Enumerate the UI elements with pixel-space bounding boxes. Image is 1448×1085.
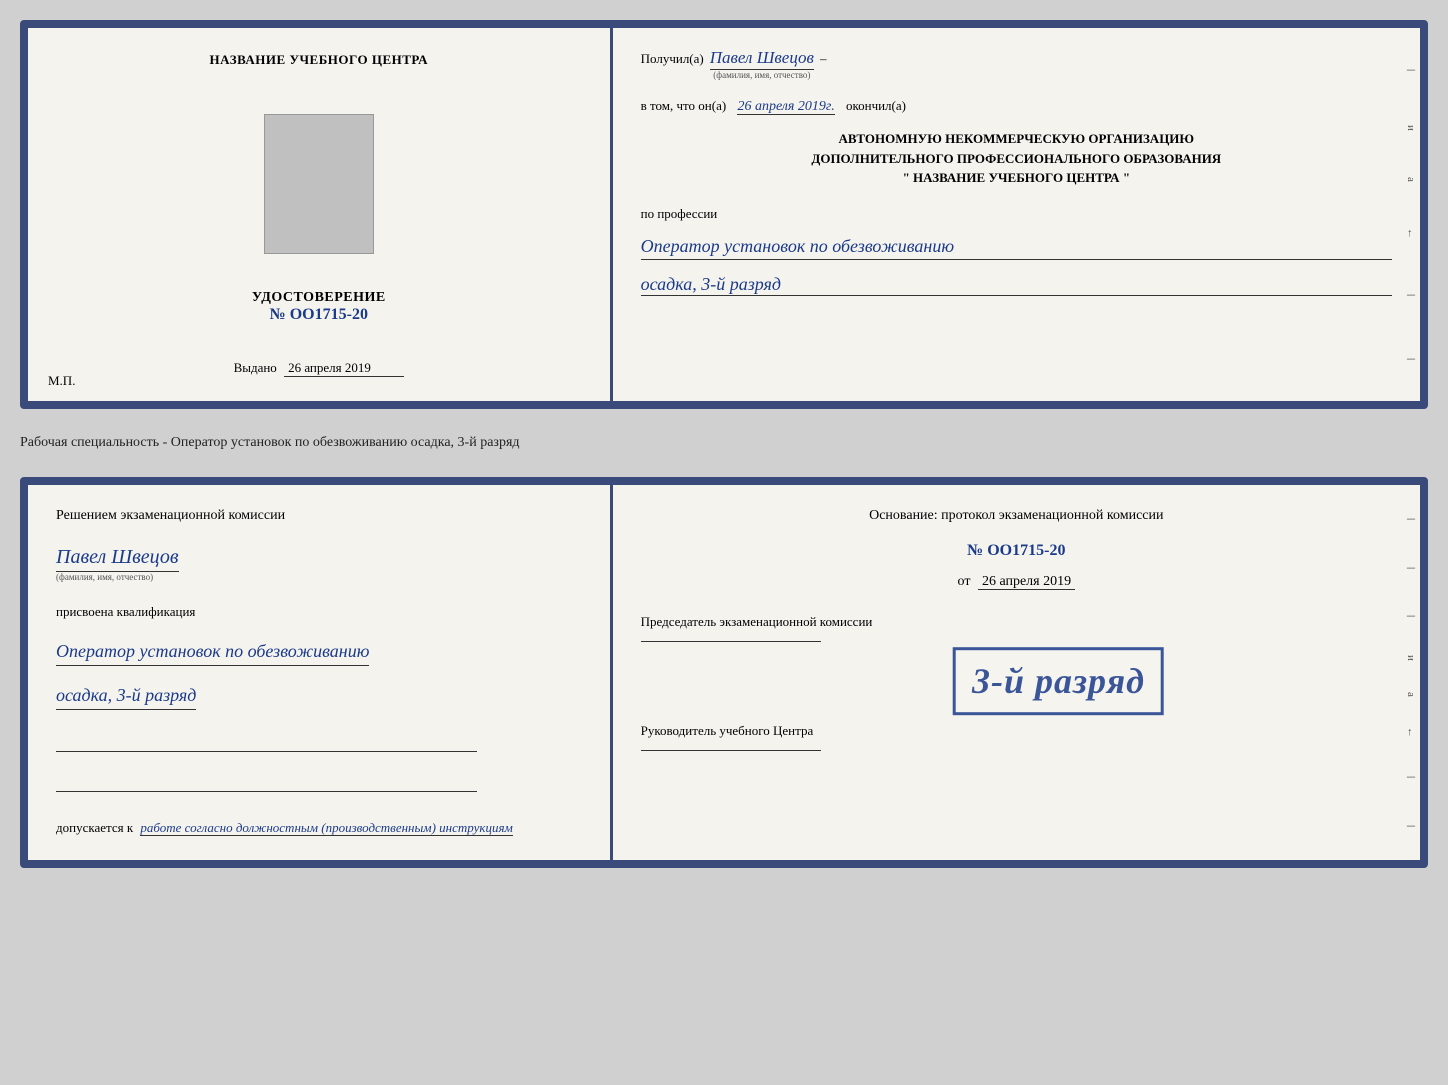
- org-line1: АВТОНОМНУЮ НЕКОММЕРЧЕСКУЮ ОРГАНИЗАЦИЮ: [641, 129, 1392, 149]
- rukovoditel-sig-line: [641, 750, 821, 751]
- recipient-name: Павел Швецов: [710, 48, 814, 70]
- okonchil-label: окончил(а): [846, 98, 906, 113]
- received-line: Получил(а) Павел Швецов (фамилия, имя, о…: [641, 48, 1392, 80]
- person-sublabel: (фамилия, имя, отчество): [56, 572, 179, 582]
- photo-placeholder: [264, 114, 374, 254]
- rukovoditel-label: Руководитель учебного Центра: [641, 721, 1392, 741]
- bottom-doc-left: Решением экзаменационной комиссии Павел …: [28, 485, 613, 860]
- side-letter-a: а: [1405, 177, 1417, 182]
- b-side-dash-1: –: [1407, 510, 1415, 528]
- dopuskaetsya-label: допускается к: [56, 820, 133, 835]
- razryad-handwritten: осадка, 3-й разряд: [641, 274, 1392, 296]
- sig-line-2: [56, 772, 477, 792]
- qual-line1: Оператор установок по обезвоживанию: [56, 638, 369, 666]
- page-wrapper: НАЗВАНИЕ УЧЕБНОГО ЦЕНТРА УДОСТОВЕРЕНИЕ №…: [20, 20, 1428, 868]
- predsedatel-label: Председатель экзаменационной комиссии: [641, 612, 1392, 632]
- org-line3: " НАЗВАНИЕ УЧЕБНОГО ЦЕНТРА ": [641, 168, 1392, 188]
- top-doc-left: НАЗВАНИЕ УЧЕБНОГО ЦЕНТРА УДОСТОВЕРЕНИЕ №…: [28, 28, 613, 401]
- stamp-text: 3-й разряд: [972, 661, 1145, 701]
- separator-text: Рабочая специальность - Оператор установ…: [20, 427, 1428, 459]
- mp-label: М.П.: [48, 373, 75, 389]
- side-letter-arrow: ←: [1405, 228, 1417, 239]
- poluchil-label: Получил(а): [641, 51, 704, 67]
- ot-date-value: 26 апреля 2019: [978, 574, 1075, 590]
- vtom-label: в том, что он(а): [641, 98, 727, 113]
- org-line2: ДОПОЛНИТЕЛЬНОГО ПРОФЕССИОНАЛЬНОГО ОБРАЗО…: [641, 149, 1392, 169]
- vtom-date: 26 апреля 2019г.: [737, 99, 834, 115]
- org-block: АВТОНОМНУЮ НЕКОММЕРЧЕСКУЮ ОРГАНИЗАЦИЮ ДО…: [641, 129, 1392, 188]
- vydano-label: Выдано: [234, 360, 277, 375]
- predsedatel-sig-line: [641, 641, 821, 642]
- qual-line2: осадка, 3-й разряд: [56, 682, 196, 710]
- bottom-cert-number: № OO1715-20: [641, 542, 1392, 560]
- rukovoditel-block: Руководитель учебного Центра: [641, 721, 1392, 760]
- ot-label: от: [958, 574, 971, 589]
- top-training-center-label: НАЗВАНИЕ УЧЕБНОГО ЦЕНТРА: [210, 52, 429, 68]
- b-side-dash-4: –: [1407, 768, 1415, 786]
- top-document: НАЗВАНИЕ УЧЕБНОГО ЦЕНТРА УДОСТОВЕРЕНИЕ №…: [20, 20, 1428, 409]
- bottom-doc-right: Основание: протокол экзаменационной коми…: [613, 485, 1420, 860]
- side-letter-i: и: [1405, 125, 1417, 131]
- predsedatel-block: Председатель экзаменационной комиссии: [641, 612, 1392, 651]
- side-dash-2: –: [1407, 286, 1415, 304]
- po-professii-label: по профессии: [641, 206, 1392, 222]
- dash-after-name: –: [820, 51, 827, 67]
- vydano-date: 26 апреля 2019: [284, 360, 404, 377]
- dopusk-text: работе согласно должностным (производств…: [140, 820, 512, 836]
- side-dash-1: –: [1407, 61, 1415, 79]
- stamp: 3-й разряд: [953, 647, 1164, 715]
- b-side-dash-3: –: [1407, 607, 1415, 625]
- person-block: Павел Швецов (фамилия, имя, отчество): [56, 546, 179, 582]
- udostoverenie-block: УДОСТОВЕРЕНИЕ № OO1715-20: [252, 290, 386, 324]
- vydano-block: Выдано 26 апреля 2019: [234, 360, 405, 377]
- udostoverenie-title: УДОСТОВЕРЕНИЕ: [252, 290, 386, 306]
- b-side-letter-a: а: [1405, 692, 1417, 697]
- dopuskaetsya-block: допускается к работе согласно должностны…: [56, 820, 513, 836]
- side-marks-bottom: – – – и а ← – –: [1402, 485, 1420, 860]
- b-side-letter-i: и: [1405, 655, 1417, 661]
- resheniyem-label: Решением экзаменационной комиссии: [56, 505, 285, 526]
- b-side-dash-5: –: [1407, 817, 1415, 835]
- vtom-line: в том, что он(а) 26 апреля 2019г. окончи…: [641, 98, 1392, 115]
- b-side-dash-2: –: [1407, 559, 1415, 577]
- ot-date: от 26 апреля 2019: [641, 574, 1392, 590]
- fio-sublabel: (фамилия, имя, отчество): [713, 70, 810, 80]
- bottom-document: Решением экзаменационной комиссии Павел …: [20, 477, 1428, 868]
- side-dash-3: –: [1407, 350, 1415, 368]
- osnovanie-label: Основание: протокол экзаменационной коми…: [641, 505, 1392, 526]
- b-side-letter-arrow: ←: [1405, 727, 1417, 738]
- profession-handwritten: Оператор установок по обезвоживанию: [641, 234, 1392, 260]
- sig-line-1: [56, 732, 477, 752]
- top-doc-right: Получил(а) Павел Швецов (фамилия, имя, о…: [613, 28, 1420, 401]
- person-name: Павел Швецов: [56, 546, 179, 572]
- side-marks-top: – и а ← – –: [1402, 28, 1420, 401]
- prisvoena-label: присвоена квалификация: [56, 604, 195, 620]
- top-cert-number: № OO1715-20: [252, 306, 386, 324]
